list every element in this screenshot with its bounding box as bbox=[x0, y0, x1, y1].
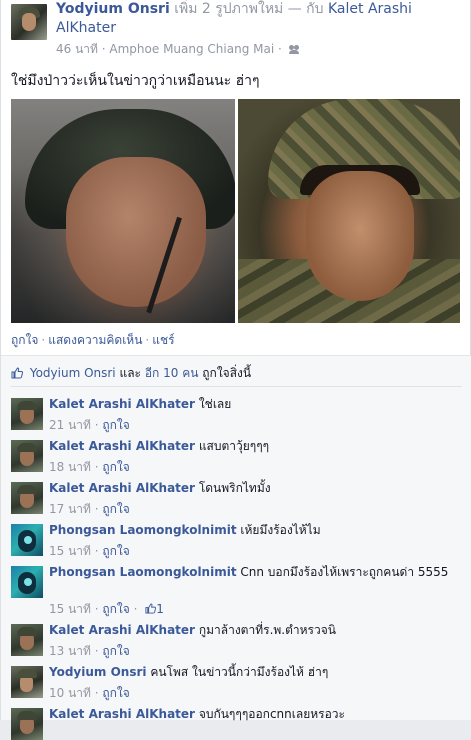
comment-author[interactable]: Kalet Arashi AlKhater bbox=[49, 397, 195, 411]
post-card: Yodyium Onsri เพิ่ม 2 รูปภาพใหม่ — กับ K… bbox=[0, 0, 471, 740]
comment-avatar[interactable] bbox=[11, 482, 43, 514]
comment-author[interactable]: Phongsan Laomongkolnimit bbox=[49, 565, 237, 579]
comment-avatar[interactable] bbox=[11, 398, 43, 430]
comment-text: ใช่เลย bbox=[198, 397, 232, 411]
comment-like[interactable]: ถูกใจ bbox=[102, 418, 129, 432]
comment-time[interactable]: 13 นาที bbox=[49, 644, 91, 658]
divider bbox=[11, 386, 462, 387]
post-author-link[interactable]: Yodyium Onsri bbox=[56, 1, 170, 17]
author-avatar[interactable] bbox=[11, 4, 47, 40]
comment-text: เห้ยมึงร้องไห้ไม bbox=[240, 523, 321, 537]
comment-like[interactable]: ถูกใจ bbox=[102, 544, 129, 558]
comment-like-count[interactable]: 1 bbox=[156, 602, 164, 616]
comment-author[interactable]: Yodyium Onsri bbox=[49, 665, 147, 679]
comment-text: แสบตาวุ้ยๆๆๆ bbox=[198, 439, 270, 453]
comment-time[interactable]: 15 นาที bbox=[49, 544, 91, 558]
post-text: ใช่มึงป่าวว่ะเห็นในข่าวกูว่าเหมือนนะ ฮ่า… bbox=[11, 73, 260, 89]
others-link[interactable]: อีก 10 คน bbox=[145, 366, 199, 380]
post-header: Yodyium Onsri เพิ่ม 2 รูปภาพใหม่ — กับ K… bbox=[1, 0, 471, 62]
liker-link[interactable]: Yodyium Onsri bbox=[30, 366, 116, 380]
comment-avatar[interactable] bbox=[11, 524, 43, 556]
likes-summary: Yodyium Onsri และ อีก 10 คน ถูกใจสิ่งนี้ bbox=[11, 364, 251, 383]
post-location[interactable]: Amphoe Muang Chiang Mai bbox=[109, 42, 274, 56]
post-action-text: เพิ่ม 2 รูปภาพใหม่ — กับ bbox=[174, 1, 324, 17]
thumbs-up-icon bbox=[145, 603, 157, 614]
comment-avatar[interactable] bbox=[11, 708, 43, 740]
post-actions: ถูกใจ · แสดงความคิดเห็น · แชร์ bbox=[11, 333, 175, 347]
comment-time[interactable]: 21 นาที bbox=[49, 418, 91, 432]
comment-text: โดนพริกไทมั้ง bbox=[198, 481, 271, 495]
post-photo-2[interactable] bbox=[238, 99, 460, 323]
comment-like[interactable]: ถูกใจ bbox=[102, 502, 129, 516]
comment-time[interactable]: 18 นาที bbox=[49, 460, 91, 474]
post-time[interactable]: 46 นาที bbox=[56, 42, 98, 56]
comment-author[interactable]: Kalet Arashi AlKhater bbox=[49, 623, 195, 637]
comment-like[interactable]: ถูกใจ bbox=[102, 686, 129, 700]
comment-avatar[interactable] bbox=[11, 666, 43, 698]
comment-like[interactable]: ถูกใจ bbox=[102, 644, 129, 658]
comment-time[interactable]: 17 นาที bbox=[49, 502, 91, 516]
comment-time[interactable]: 10 นาที bbox=[49, 686, 91, 700]
comment-text: จบกันๆๆๆออกcnnเลยหรอวะ bbox=[198, 707, 345, 721]
friends-icon[interactable] bbox=[288, 45, 300, 54]
comment-text: กูมาล้างตาที่ร.พ.ตำหรวจนิ bbox=[198, 623, 336, 637]
post-photo-1[interactable] bbox=[11, 99, 235, 323]
comment-author[interactable]: Phongsan Laomongkolnimit bbox=[49, 523, 237, 537]
like-action[interactable]: ถูกใจ bbox=[11, 333, 38, 347]
comment-time[interactable]: 15 นาที bbox=[49, 602, 91, 616]
post-meta: 46 นาที · Amphoe Muang Chiang Mai · bbox=[56, 40, 300, 59]
thumbs-up-icon bbox=[11, 367, 23, 379]
share-action[interactable]: แชร์ bbox=[152, 333, 174, 347]
comment-avatar[interactable] bbox=[11, 566, 43, 598]
comment-author[interactable]: Kalet Arashi AlKhater bbox=[49, 481, 195, 495]
comment-like[interactable]: ถูกใจ bbox=[102, 460, 129, 474]
comment-author[interactable]: Kalet Arashi AlKhater bbox=[49, 707, 195, 721]
comment-avatar[interactable] bbox=[11, 624, 43, 656]
post-title: Yodyium Onsri เพิ่ม 2 รูปภาพใหม่ — กับ K… bbox=[56, 0, 466, 38]
comment-like[interactable]: ถูกใจ bbox=[102, 602, 129, 616]
comment-author[interactable]: Kalet Arashi AlKhater bbox=[49, 439, 195, 453]
comment-text: คนโพส ในข่าวนี้กว่ามึงร้องไห้ ฮ่าๆ bbox=[150, 665, 329, 679]
comment-text: Cnn บอกมึงร้องไห้เพราะถูกคนด่า 5555 bbox=[240, 565, 449, 579]
feedback-section: Yodyium Onsri และ อีก 10 คน ถูกใจสิ่งนี้… bbox=[1, 355, 471, 740]
comment-action[interactable]: แสดงความคิดเห็น bbox=[48, 333, 142, 347]
comment-avatar[interactable] bbox=[11, 440, 43, 472]
